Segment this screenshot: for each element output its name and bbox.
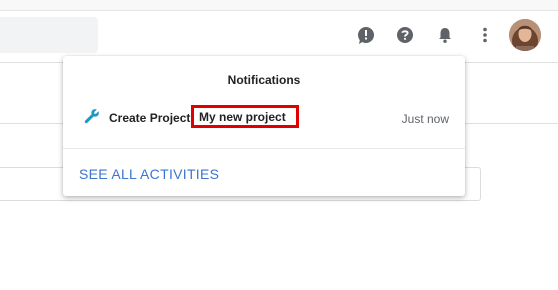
search-input[interactable] <box>0 17 98 53</box>
notification-project-name[interactable]: My new project <box>191 105 299 128</box>
avatar[interactable] <box>509 19 541 51</box>
notification-action: Create Project <box>109 111 191 125</box>
see-all-activities-link[interactable]: SEE ALL ACTIVITIES <box>79 166 219 182</box>
notification-time: Just now <box>401 112 449 126</box>
feedback-icon[interactable] <box>355 24 377 46</box>
popup-divider <box>63 148 465 149</box>
notifications-popup: Notifications Create Project My new proj… <box>63 56 465 196</box>
browser-top-strip <box>0 0 558 11</box>
more-vert-icon[interactable] <box>474 24 496 46</box>
wrench-icon <box>83 107 101 125</box>
notifications-icon[interactable] <box>434 24 456 46</box>
help-icon[interactable] <box>394 24 416 46</box>
popup-title: Notifications <box>227 73 301 87</box>
